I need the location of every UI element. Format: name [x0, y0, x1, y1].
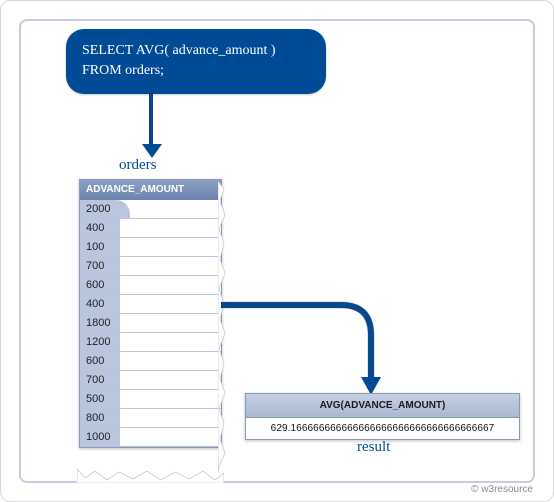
cell-value: 700 [86, 374, 104, 386]
copyright-text: © w3resource [471, 484, 533, 495]
result-table-label: result [357, 439, 390, 456]
cell-value: 700 [86, 260, 104, 272]
cell-value: 800 [86, 412, 104, 424]
table-row: 1200 [80, 333, 221, 352]
cell-value: 600 [86, 355, 104, 367]
table-row: 800 [80, 409, 221, 428]
cell-value: 100 [86, 241, 104, 253]
table-row: 500 [80, 390, 221, 409]
cell-value: 400 [86, 222, 104, 234]
table-row: 400 [80, 219, 221, 238]
cell-value: 600 [86, 279, 104, 291]
cell-value: 1200 [86, 336, 110, 348]
table-row: 1800 [80, 314, 221, 333]
cell-value: 1000 [86, 431, 110, 443]
cell-value: 400 [86, 298, 104, 310]
result-cell-value: 629.166666666666666666666666666666666667 [246, 418, 519, 439]
result-column-header: AVG(ADVANCE_AMOUNT) [246, 394, 519, 418]
diagram-frame: SELECT AVG( advance_amount ) FROM orders… [19, 19, 535, 483]
cell-value: 2000 [86, 203, 110, 215]
result-table: AVG(ADVANCE_AMOUNT) 629.1666666666666666… [245, 393, 520, 440]
query-line-2: FROM orders; [82, 61, 310, 81]
table-row: 600 [80, 276, 221, 295]
orders-column-header: ADVANCE_AMOUNT [80, 180, 221, 200]
table-row: 1000 [80, 428, 221, 447]
table-row: 700 [80, 257, 221, 276]
torn-edge-bottom [77, 469, 224, 483]
table-row: 100 [80, 238, 221, 257]
query-line-1: SELECT AVG( advance_amount ) [82, 41, 310, 61]
table-row: 700 [80, 371, 221, 390]
arrow-query-to-table [149, 93, 153, 145]
orders-table-label: orders [119, 157, 157, 174]
table-row: 400 [80, 295, 221, 314]
table-row: 600 [80, 352, 221, 371]
orders-table: ADVANCE_AMOUNT 2000 400 100 700 600 400 … [79, 179, 222, 448]
table-row: 2000 [80, 200, 221, 219]
cell-value: 1800 [86, 317, 110, 329]
cell-value: 500 [86, 393, 104, 405]
sql-query-box: SELECT AVG( advance_amount ) FROM orders… [66, 29, 326, 94]
